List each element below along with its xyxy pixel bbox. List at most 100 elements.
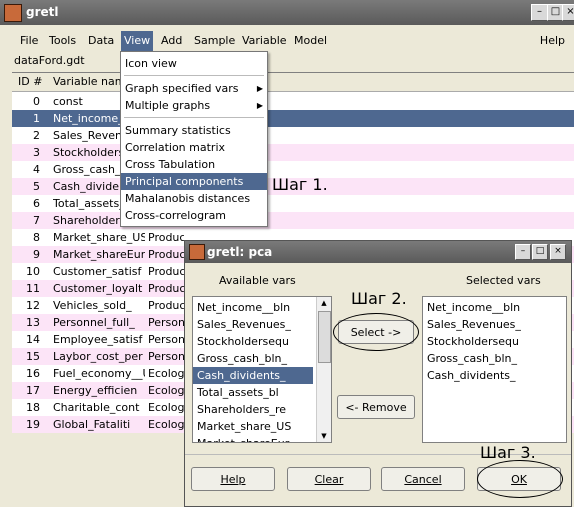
cell-id: 4 <box>33 163 40 176</box>
cell-variable-name: Energy_efficien <box>53 384 138 397</box>
menuitem-principal-components[interactable]: Principal components <box>121 173 267 190</box>
cell-id: 3 <box>33 146 40 159</box>
menu-add[interactable]: Add <box>158 31 185 51</box>
list-item[interactable]: Stockholdersequ <box>193 333 313 350</box>
list-item[interactable]: Cash_dividents_ <box>427 367 516 384</box>
cell-variable-name: Vehicles_sold_ <box>53 299 132 312</box>
menu-view[interactable]: View <box>121 31 154 51</box>
cell-id: 8 <box>33 231 40 244</box>
menu-help[interactable]: Help <box>537 31 568 51</box>
cell-variable-name: Laybor_cost_per <box>53 350 143 363</box>
cell-id: 0 <box>33 95 40 108</box>
clear-button[interactable]: Clear <box>287 467 371 491</box>
list-item[interactable]: Total_assets_bl <box>193 384 313 401</box>
cell-id: 16 <box>26 367 40 380</box>
scroll-down-icon[interactable]: ▼ <box>317 430 331 442</box>
cell-id: 1 <box>33 112 40 125</box>
table-row[interactable]: 6 Total_assets_ <box>12 195 574 212</box>
dialog-close-button[interactable]: × <box>550 244 566 260</box>
submenu-arrow-icon: ▶ <box>256 101 263 110</box>
close-button[interactable]: × <box>562 4 574 21</box>
list-item[interactable]: Stockholdersequ <box>427 333 519 350</box>
cell-description: Product <box>148 282 184 295</box>
cell-variable-name: Market_shareEur <box>53 248 145 261</box>
cell-id: 18 <box>26 401 40 414</box>
available-vars-list[interactable]: Net_income__bln Sales_Revenues_ Stockholde… <box>192 296 332 443</box>
header-id[interactable]: ID # <box>18 75 42 88</box>
dialog-maximize-button[interactable]: □ <box>532 244 548 260</box>
dialog-title-bar: gretl: pca – □ × <box>185 241 571 263</box>
submenu-arrow-icon: ▶ <box>256 84 263 93</box>
list-item[interactable]: Gross_cash_bln_ <box>193 350 313 367</box>
dialog-title: gretl: pca <box>207 245 273 259</box>
dialog-minimize-button[interactable]: – <box>515 244 531 260</box>
help-button[interactable]: Help <box>191 467 275 491</box>
cell-id: 10 <box>26 265 40 278</box>
menu-separator <box>124 75 264 76</box>
menuitem-icon-view[interactable]: Icon view <box>121 55 267 72</box>
table-row[interactable]: 2 Sales_Revenu <box>12 127 574 144</box>
menuitem-multiple-graphs[interactable]: Multiple graphs ▶ <box>121 97 267 114</box>
list-item[interactable]: Sales_Revenues_ <box>193 316 313 333</box>
menu-variable[interactable]: Variable <box>239 31 290 51</box>
menu-data[interactable]: Data <box>85 31 117 51</box>
menuitem-graph-specified-vars[interactable]: Graph specified vars ▶ <box>121 80 267 97</box>
menu-file[interactable]: File <box>17 31 41 51</box>
menuitem-cross-correlogram[interactable]: Cross-correlogram <box>121 207 267 224</box>
main-title-bar: gretl – □ × <box>0 0 574 25</box>
cell-description: Person <box>148 316 184 329</box>
menu-tools[interactable]: Tools <box>46 31 79 51</box>
scroll-thumb[interactable] <box>318 311 331 363</box>
cell-description: Product <box>148 299 184 312</box>
cancel-button[interactable]: Cancel <box>381 467 465 491</box>
minimize-button[interactable]: – <box>531 4 548 21</box>
cell-variable-name: Charitable_cont <box>53 401 140 414</box>
cell-id: 9 <box>33 248 40 261</box>
list-item[interactable]: Gross_cash_bln_ <box>427 350 517 367</box>
selected-vars-label: Selected vars <box>466 274 541 287</box>
cell-description: Ecology <box>148 367 184 380</box>
table-row[interactable]: 3 Stockholderse <box>12 144 574 161</box>
remove-button[interactable]: <- Remove <box>337 395 415 419</box>
cell-id: 2 <box>33 129 40 142</box>
selected-vars-list[interactable]: Net_income__bln Sales_Revenues_ Stockholde… <box>422 296 567 443</box>
list-item[interactable]: Net_income__bln <box>193 299 313 316</box>
available-vars-label: Available vars <box>219 274 296 287</box>
window-title: gretl <box>26 5 59 19</box>
pca-dialog: gretl: pca – □ × Available vars Selected… <box>184 240 572 507</box>
step1-annotation: Шаг 1. <box>272 175 328 194</box>
menu-sample[interactable]: Sample <box>191 31 238 51</box>
table-row[interactable]: 1 Net_income_ <box>12 110 574 127</box>
step3-annotation: Шаг 3. <box>480 443 536 462</box>
step2-highlight-ellipse <box>333 313 419 351</box>
table-row[interactable]: 0 const <box>12 93 574 110</box>
menuitem-cross-tabulation[interactable]: Cross Tabulation <box>121 156 267 173</box>
cell-description: Product <box>148 231 184 244</box>
list-item[interactable]: Sales_Revenues_ <box>427 316 521 333</box>
list-item[interactable]: Shareholders_re <box>193 401 313 418</box>
menu-separator <box>124 117 264 118</box>
available-vars-scrollbar[interactable]: ▲ ▼ <box>316 297 331 442</box>
cell-variable-name: Employee_satisf <box>53 333 143 346</box>
list-item[interactable]: Net_income__bln <box>427 299 520 316</box>
menuitem-correlation-matrix[interactable]: Correlation matrix <box>121 139 267 156</box>
menu-model[interactable]: Model <box>291 31 330 51</box>
scroll-up-icon[interactable]: ▲ <box>317 297 331 309</box>
list-item[interactable]: Market_shareEur <box>193 435 313 442</box>
menuitem-mahalanobis-distances[interactable]: Mahalanobis distances <box>121 190 267 207</box>
cell-description: Ecology <box>148 401 184 414</box>
list-item[interactable]: Cash_dividents_ <box>193 367 313 384</box>
list-header: ID # Variable name <box>12 73 574 92</box>
cell-id: 12 <box>26 299 40 312</box>
cell-id: 19 <box>26 418 40 431</box>
cell-variable-name: Customer_loyalt <box>53 282 143 295</box>
view-menu-dropdown: Icon view Graph specified vars ▶ Multiple… <box>120 51 268 227</box>
cell-variable-name: Market_share_US <box>53 231 145 244</box>
cell-description: Person <box>148 333 184 346</box>
list-item[interactable]: Market_share_US <box>193 418 313 435</box>
cell-id: 17 <box>26 384 40 397</box>
cell-id: 13 <box>26 316 40 329</box>
table-row[interactable]: 7 Shareholders_ <box>12 212 574 229</box>
cell-id: 7 <box>33 214 40 227</box>
menuitem-summary-statistics[interactable]: Summary statistics <box>121 122 267 139</box>
